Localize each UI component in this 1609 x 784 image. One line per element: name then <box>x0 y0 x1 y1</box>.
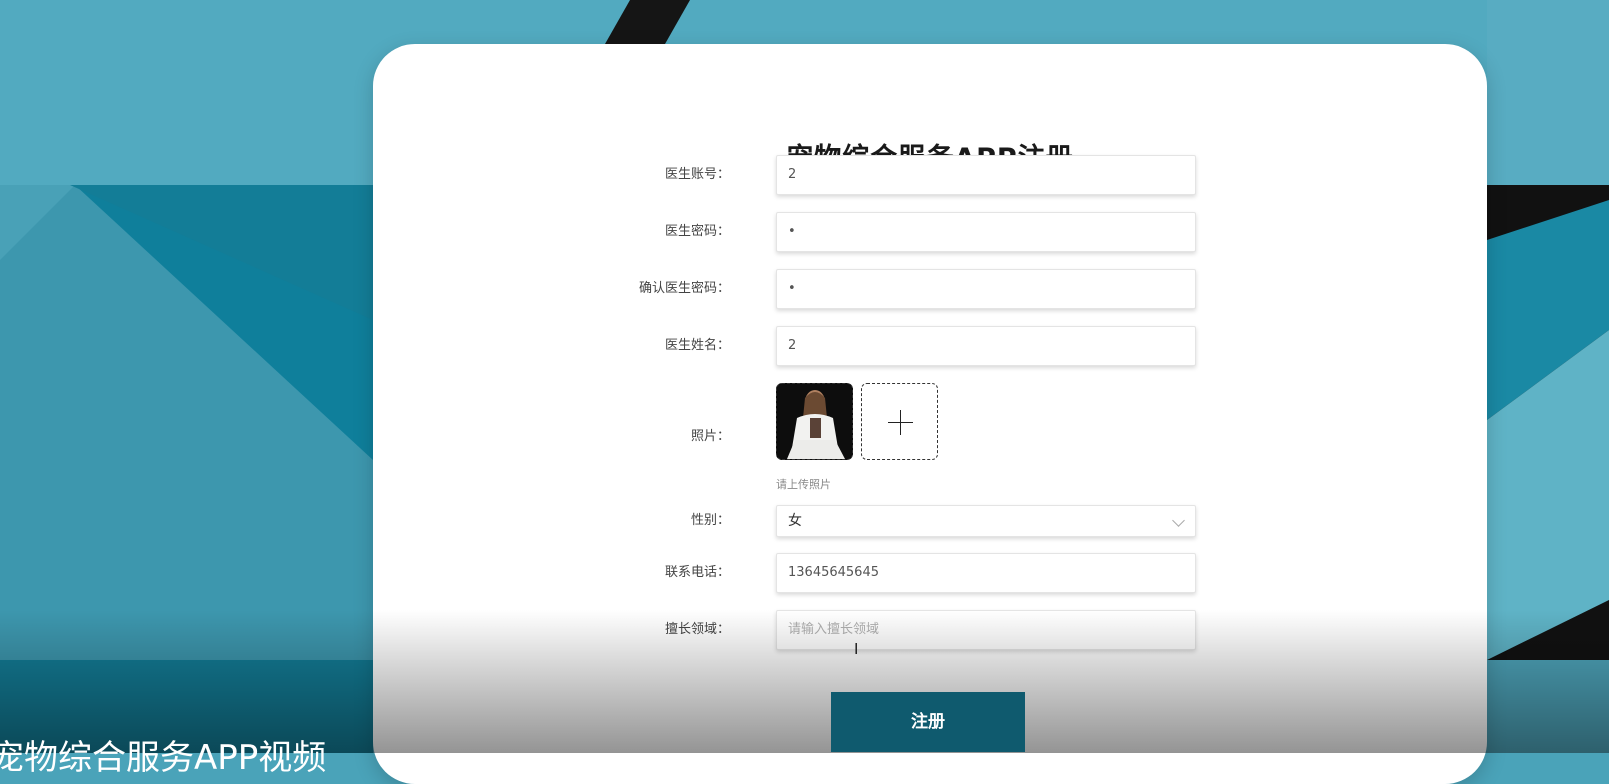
gender-value: 女 <box>788 513 802 529</box>
gender-label: 性别： <box>690 513 730 528</box>
gender-row: 性别： 女 <box>373 505 1487 537</box>
phone-row: 联系电话： 13645645645 <box>373 553 1487 593</box>
name-row: 医生姓名： 2 <box>373 326 1487 366</box>
register-button[interactable]: 注册 <box>831 692 1025 752</box>
phone-input[interactable]: 13645645645 <box>776 553 1196 593</box>
video-caption: 宠物综合服务APP视频 <box>0 738 327 778</box>
photo-label: 照片： <box>690 429 730 444</box>
account-row: 医生账号： 2 <box>373 155 1487 195</box>
confirm-password-input[interactable]: • <box>776 269 1196 309</box>
account-label: 医生账号： <box>664 167 730 182</box>
register-card: 宠物综合服务APP注册 医生账号： 2 医生密码： • 确认医生密码： • 医生… <box>373 44 1487 784</box>
phone-label: 联系电话： <box>664 565 730 580</box>
gender-select[interactable]: 女 <box>776 505 1196 537</box>
photo-row: 照片： 请上传照片 <box>373 383 1487 493</box>
password-row: 医生密码： • <box>373 212 1487 252</box>
name-input[interactable]: 2 <box>776 326 1196 366</box>
text-cursor-icon: I <box>854 640 859 658</box>
confirm-password-label: 确认医生密码： <box>638 281 730 296</box>
specialty-row: 擅长领域： 请输入擅长领域 <box>373 610 1487 650</box>
account-input[interactable]: 2 <box>776 155 1196 195</box>
specialty-input[interactable]: 请输入擅长领域 <box>776 610 1196 650</box>
chevron-down-icon <box>1172 514 1185 527</box>
confirm-password-row: 确认医生密码： • <box>373 269 1487 309</box>
photo-thumbnail[interactable] <box>776 383 853 460</box>
name-label: 医生姓名： <box>664 338 730 353</box>
password-label: 医生密码： <box>664 224 730 239</box>
password-input[interactable]: • <box>776 212 1196 252</box>
specialty-label: 擅长领域： <box>664 622 730 637</box>
person-photo-icon <box>777 384 852 459</box>
photo-upload-tip: 请上传照片 <box>776 478 831 491</box>
photo-upload-button[interactable] <box>861 383 938 460</box>
